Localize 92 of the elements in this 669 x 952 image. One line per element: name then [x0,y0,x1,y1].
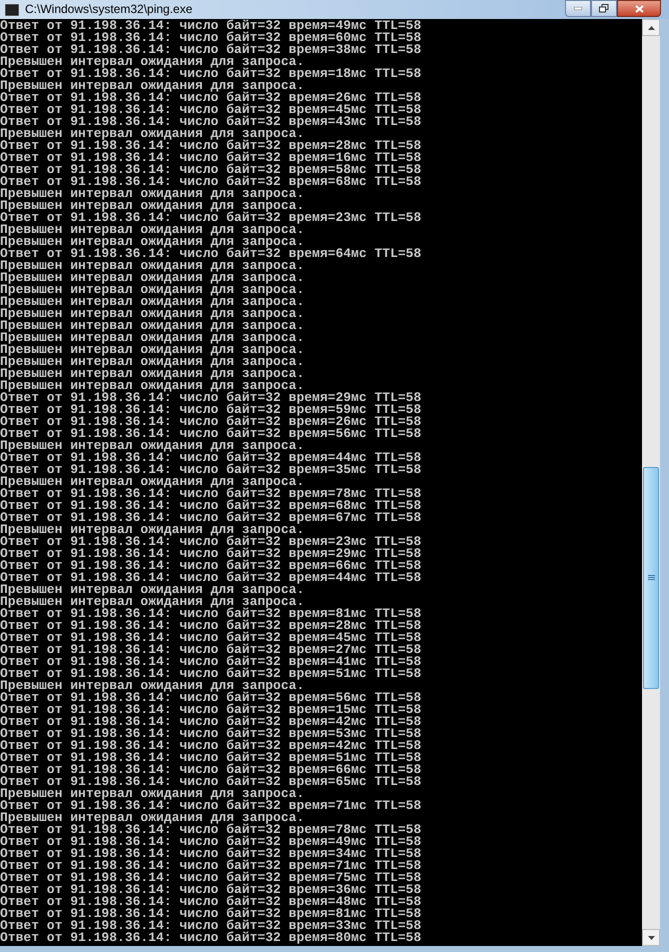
console-line: Ответ от 91.198.36.14: число байт=32 время=38мс TTL=58 [0,44,422,56]
console-line: Превышен интервал ожидания для запроса. [0,356,306,368]
console-line: Превышен интервал ожидания для запроса. [0,260,304,272]
console-line: Ответ от 91.198.36.14: число байт=32 время=81мс TTL=58 [0,908,422,920]
console-line: Ответ от 91.198.36.14: число байт=32 время=81мс TTL=58 [0,608,422,620]
console-line: Превышен интервал ожидания для запроса. [0,320,306,332]
console-line: Превышен интервал ожидания для запроса. [0,308,306,320]
console-line: Ответ от 91.198.36.14: число байт=32 время=26мс TTL=58 [0,92,422,104]
console-line: Ответ от 91.198.36.14: число байт=32 время=15мс TTL=58 [0,704,422,716]
console-line: Ответ от 91.198.36.14: число байт=32 время=67мс TTL=58 [0,512,422,524]
console-line: Ответ от 91.198.36.14: число байт=32 время=33мс TTL=58 [0,920,422,932]
console-line: Превышен интервал ожидания для запроса. [0,788,304,800]
console-line: Ответ от 91.198.36.14: число байт=32 время=29мс TTL=58 [0,392,422,404]
scroll-down-button[interactable] [642,929,660,946]
console-line: Превышен интервал ожидания для запроса. [0,584,304,596]
console-line: Ответ от 91.198.36.14: число байт=32 время=53мс TTL=58 [0,728,422,740]
console-line: Ответ от 91.198.36.14: число байт=32 время=58мс TTL=58 [0,164,422,176]
close-button[interactable] [617,0,661,17]
console-line: Ответ от 91.198.36.14: число байт=32 время=34мс TTL=58 [0,848,422,860]
console-line: Превышен интервал ожидания для запроса. [0,56,304,68]
console-line: Ответ от 91.198.36.14: число байт=32 время=29мс TTL=58 [0,548,422,560]
console-line: Ответ от 91.198.36.14: число байт=32 время=78мс TTL=58 [0,488,422,500]
console-line: Ответ от 91.198.36.14: число байт=32 время=44мс TTL=58 [0,572,422,584]
console-line: Превышен интервал ожидания для запроса. [0,224,304,236]
console-line: Ответ от 91.198.36.14: число байт=32 время=78мс TTL=58 [0,824,422,836]
console-line: Ответ от 91.198.36.14: число байт=32 время=66мс TTL=58 [0,560,422,572]
console-icon [5,4,19,16]
restore-icon [599,4,609,13]
console-line: Превышен интервал ожидания для запроса. [0,380,304,392]
console-line: Превышен интервал ожидания для запроса. [0,236,304,248]
console-line: Ответ от 91.198.36.14: число байт=32 время=68мс TTL=58 [0,176,422,188]
console-line: Ответ от 91.198.36.14: число байт=32 время=68мс TTL=58 [0,500,422,512]
console-line: Ответ от 91.198.36.14: число байт=32 время=27мс TTL=58 [0,644,422,656]
minimize-button[interactable] [565,0,591,17]
console-line: Превышен интервал ожидания для запроса. [0,524,304,536]
console-line: Ответ от 91.198.36.14: число байт=32 время=71мс TTL=58 [0,800,422,812]
console-line: Ответ от 91.198.36.14: число байт=32 время=51мс TTL=58 [0,752,422,764]
console-line: Ответ от 91.198.36.14: число байт=32 время=45мс TTL=58 [0,632,422,644]
console-line: Превышен интервал ожидания для запроса. [0,284,306,296]
console-line: Превышен интервал ожидания для запроса. [0,80,304,92]
console-line: Ответ от 91.198.36.14: число байт=32 время=75мс TTL=58 [0,872,422,884]
scrollbar[interactable] [642,19,660,946]
console-line: Превышен интервал ожидания для запроса. [0,128,304,140]
console-line: Ответ от 91.198.36.14: число байт=32 время=42мс TTL=58 [0,740,422,752]
console-line: Ответ от 91.198.36.14: число байт=32 время=28мс TTL=58 [0,140,422,152]
up-arrow-icon [648,26,654,30]
close-icon [634,4,644,12]
console-line: Ответ от 91.198.36.14: число байт=32 время=56мс TTL=58 [0,692,422,704]
console-line: Превышен интервал ожидания для запроса. [0,368,306,380]
grip-icon [648,575,654,581]
console-line: Ответ от 91.198.36.14: число байт=32 время=49мс TTL=58 [0,20,422,32]
console-line: Ответ от 91.198.36.14: число байт=32 время=59мс TTL=58 [0,404,422,416]
console-line: Превышен интервал ожидания для запроса. [0,296,306,308]
console-line: Ответ от 91.198.36.14: число байт=32 время=65мс TTL=58 [0,776,422,788]
console-line: Ответ от 91.198.36.14: число байт=32 время=48мс TTL=58 [0,896,422,908]
console-line: Ответ от 91.198.36.14: число байт=32 время=16мс TTL=58 [0,152,422,164]
console-line: Ответ от 91.198.36.14: число байт=32 время=36мс TTL=58 [0,884,422,896]
scroll-up-button[interactable] [642,19,660,36]
console-line: Превышен интервал ожидания для запроса. [0,344,306,356]
minimize-icon [574,7,582,10]
down-arrow-icon [648,936,654,940]
console-line: Ответ от 91.198.36.14: число байт=32 время=45мс TTL=58 [0,104,422,116]
console-line: Ответ от 91.198.36.14: число байт=32 время=41мс TTL=58 [0,656,422,668]
console-line: Превышен интервал ожидания для запроса. [0,188,304,200]
console-line: Превышен интервал ожидания для запроса. [0,596,304,608]
window-title: C:\Windows\system32\ping.exe [25,1,192,18]
scroll-thumb[interactable] [643,467,659,689]
console-line: Ответ от 91.198.36.14: число байт=32 время=51мс TTL=58 [0,668,422,680]
console-line: Превышен интервал ожидания для запроса. [0,440,304,452]
console-line: Ответ от 91.198.36.14: число байт=32 время=60мс TTL=58 [0,32,422,44]
console-line: Ответ от 91.198.36.14: число байт=32 время=80мс TTL=58 [0,932,422,944]
console-line: Ответ от 91.198.36.14: число байт=32 время=71мс TTL=58 [0,860,422,872]
console-line: Ответ от 91.198.36.14: число байт=32 время=43мс TTL=58 [0,116,422,128]
console-line: Ответ от 91.198.36.14: число байт=32 время=66мс TTL=58 [0,764,422,776]
console-line: Ответ от 91.198.36.14: число байт=32 время=23мс TTL=58 [0,536,422,548]
console-line: Превышен интервал ожидания для запроса. [0,680,304,692]
console-line: Ответ от 91.198.36.14: число байт=32 время=23мс TTL=58 [0,212,422,224]
console-line: Ответ от 91.198.36.14: число байт=32 время=64мс TTL=58 [0,248,422,260]
console-line: Превышен интервал ожидания для запроса. [0,332,306,344]
console-line: Ответ от 91.198.36.14: число байт=32 время=28мс TTL=58 [0,620,422,632]
console-line: Ответ от 91.198.36.14: число байт=32 время=42мс TTL=58 [0,716,422,728]
console-line: Ответ от 91.198.36.14: число байт=32 время=35мс TTL=58 [0,464,422,476]
console-line: Ответ от 91.198.36.14: число байт=32 время=56мс TTL=58 [0,428,422,440]
console-line: Превышен интервал ожидания для запроса. [0,476,304,488]
console-line: Превышен интервал ожидания для запроса. [0,812,304,824]
maximize-button[interactable] [591,0,617,17]
console-line: Превышен интервал ожидания для запроса. [0,200,304,212]
console-line: Ответ от 91.198.36.14: число байт=32 время=49мс TTL=58 [0,836,422,848]
console-line: Превышен интервал ожидания для запроса. [0,272,306,284]
console-line: Ответ от 91.198.36.14: число байт=32 время=44мс TTL=58 [0,452,422,464]
console-line: Ответ от 91.198.36.14: число байт=32 время=26мс TTL=58 [0,416,422,428]
console-line: Ответ от 91.198.36.14: число байт=32 время=18мс TTL=58 [0,68,422,80]
